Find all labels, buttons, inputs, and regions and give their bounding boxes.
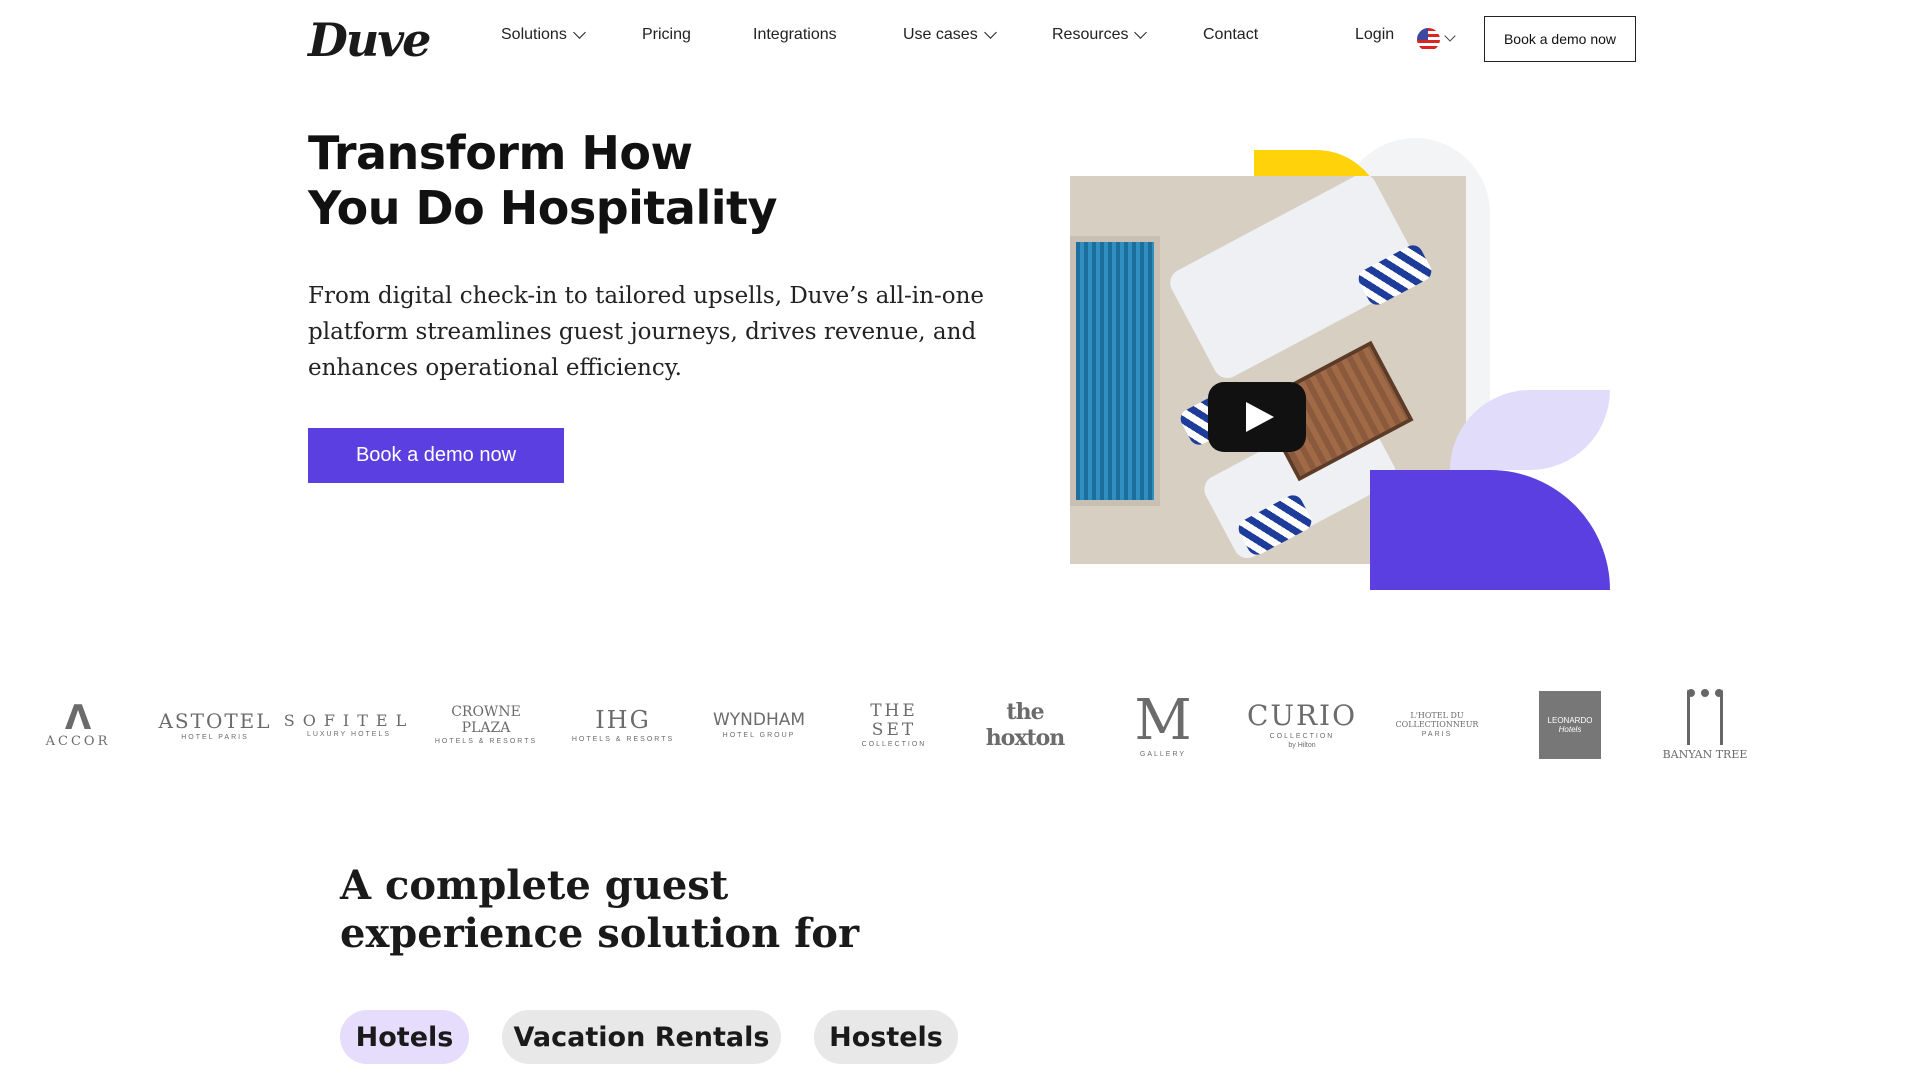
hero-visual: [1070, 130, 1610, 590]
tab-hostels[interactable]: Hostels: [814, 1010, 958, 1064]
hero-title: Transform How You Do Hospitality: [308, 126, 777, 236]
nav-item-use-cases[interactable]: Use cases: [903, 26, 997, 44]
tree-icon: [1687, 688, 1723, 745]
logo-banyan-tree: BANYAN TREE: [1660, 670, 1750, 780]
hero-book-demo-button[interactable]: Book a demo now: [308, 428, 564, 483]
logo-wordmark: Duve: [308, 13, 431, 67]
section-title-line: experience solution for: [340, 910, 860, 957]
nav-item-label: Integrations: [753, 26, 837, 43]
logo-the-hoxton: the hoxton: [985, 699, 1066, 751]
logo-gallery: M GALLERY: [1134, 687, 1192, 758]
chevron-down-icon: [983, 26, 997, 39]
nav-item-label: Pricing: [642, 26, 691, 43]
section-title-line: A complete guest: [340, 862, 729, 909]
book-demo-button[interactable]: Book a demo now: [1484, 16, 1636, 62]
duve-logo[interactable]: Duve: [308, 13, 431, 67]
logo-wyndham: WYNDHAM HOTEL GROUP: [712, 710, 806, 739]
nav-item-label: Resources: [1052, 26, 1129, 43]
nav-item-solutions[interactable]: Solutions: [501, 26, 586, 44]
play-icon[interactable]: [1208, 382, 1306, 452]
nav-item-resources[interactable]: Resources: [1052, 26, 1148, 44]
pool-image-area: [1070, 236, 1160, 506]
nav-item-label: Solutions: [501, 26, 567, 43]
nav-item-integrations[interactable]: Integrations: [753, 26, 837, 44]
client-logos: Λ ACCOR ASTOTEL HOTEL PARIS SOFITEL LUXU…: [0, 670, 1920, 780]
section-title: A complete guest experience solution for: [340, 862, 859, 958]
logo-hotel-du-collectionneur: L'HOTEL DU COLLECTIONNEUR PARIS: [1395, 710, 1479, 739]
nav-item-label: Use cases: [903, 26, 978, 43]
decorative-leaf-purple: [1370, 470, 1610, 590]
logo-leonardo: LEONARDO Hotels: [1535, 670, 1605, 780]
chevron-down-icon[interactable]: [1444, 30, 1456, 42]
login-link[interactable]: Login: [1355, 26, 1394, 44]
tab-hotels[interactable]: Hotels: [340, 1010, 469, 1064]
logo-sofitel: SOFITEL LUXURY HOTELS: [283, 710, 415, 739]
logo-ihg: IHG HOTELS & RESORTS: [571, 706, 675, 743]
hero-title-line: You Do Hospitality: [308, 181, 777, 235]
chevron-down-icon: [572, 26, 586, 39]
nav-item-contact[interactable]: Contact: [1203, 26, 1258, 44]
nav-item-pricing[interactable]: Pricing: [642, 26, 691, 44]
logo-the-set: THE SET COLLECTION: [861, 700, 927, 749]
login-label: Login: [1355, 26, 1395, 43]
chevron-down-icon: [1134, 26, 1148, 39]
tab-vacation-rentals[interactable]: Vacation Rentals: [502, 1010, 781, 1064]
top-navigation: Duve Solutions Pricing Integrations Use …: [0, 0, 1920, 78]
logo-curio: CURIO COLLECTION by Hilton: [1246, 698, 1358, 750]
us-flag-icon[interactable]: [1417, 28, 1440, 51]
logo-crowne-plaza: CROWNE PLAZA HOTELS & RESORTS: [434, 704, 538, 745]
hero-subtitle: From digital check-in to tailored upsell…: [308, 283, 985, 381]
hero-title-line: Transform How: [308, 126, 693, 180]
logo-accor: Λ ACCOR: [45, 697, 111, 749]
nav-item-label: Contact: [1203, 26, 1259, 43]
logo-astotel: ASTOTEL HOTEL PARIS: [158, 708, 272, 741]
